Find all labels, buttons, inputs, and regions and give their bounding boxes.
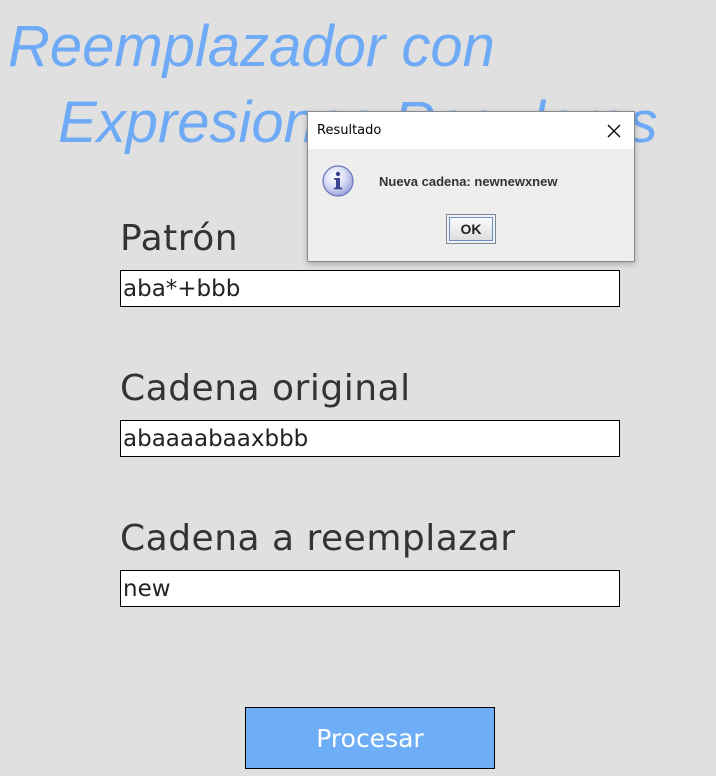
dialog-message: Nueva cadena: newnewxnew xyxy=(379,174,558,189)
close-icon[interactable] xyxy=(600,117,628,145)
info-icon xyxy=(321,164,355,198)
pattern-input[interactable] xyxy=(120,270,620,307)
pattern-label: Patrón xyxy=(120,218,239,259)
ok-button-label: OK xyxy=(449,217,493,241)
app-title-line-1: Reemplazador con xyxy=(8,14,495,79)
process-button[interactable]: Procesar xyxy=(245,707,495,769)
replacement-string-label: Cadena a reemplazar xyxy=(120,518,516,559)
original-string-label: Cadena original xyxy=(120,368,411,409)
result-dialog: Resultado Nueva cadena: newnewxnew OK xyxy=(307,111,635,262)
ok-button[interactable]: OK xyxy=(446,214,496,244)
dialog-title: Resultado xyxy=(317,123,382,138)
dialog-titlebar[interactable]: Resultado xyxy=(308,112,634,149)
replacement-string-input[interactable] xyxy=(120,570,620,607)
original-string-input[interactable] xyxy=(120,420,620,457)
